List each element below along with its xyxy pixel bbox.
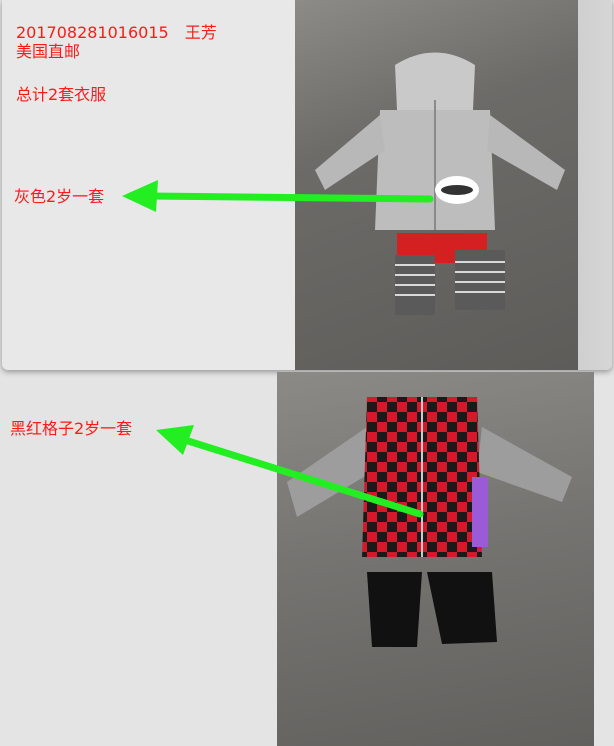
pants-right-leg [427,572,497,644]
window-edge [578,0,612,370]
raccoon-mask [441,185,473,195]
shipping-text: 美国直邮 [16,42,81,61]
right-sleeve [487,115,565,190]
plaid-outfit-illustration [287,397,572,647]
sweater-right-sleeve [477,427,572,502]
left-sleeve [315,115,385,190]
sweater-left-sleeve [287,427,372,517]
order-line-text: 201708281016015 王芳 [16,23,217,42]
price-tag [472,477,488,547]
gray-outfit-label: 灰色2岁一套 [14,187,105,206]
top-window [2,0,612,370]
plaid-outfit-label: 黑红格子2岁一套 [10,419,133,438]
pants-left-leg [367,572,422,647]
total-text: 总计2套衣服 [16,85,107,104]
gray-outfit-illustration [315,52,565,315]
plaid-outfit-photo [277,372,594,746]
gray-outfit-photo [295,0,578,370]
